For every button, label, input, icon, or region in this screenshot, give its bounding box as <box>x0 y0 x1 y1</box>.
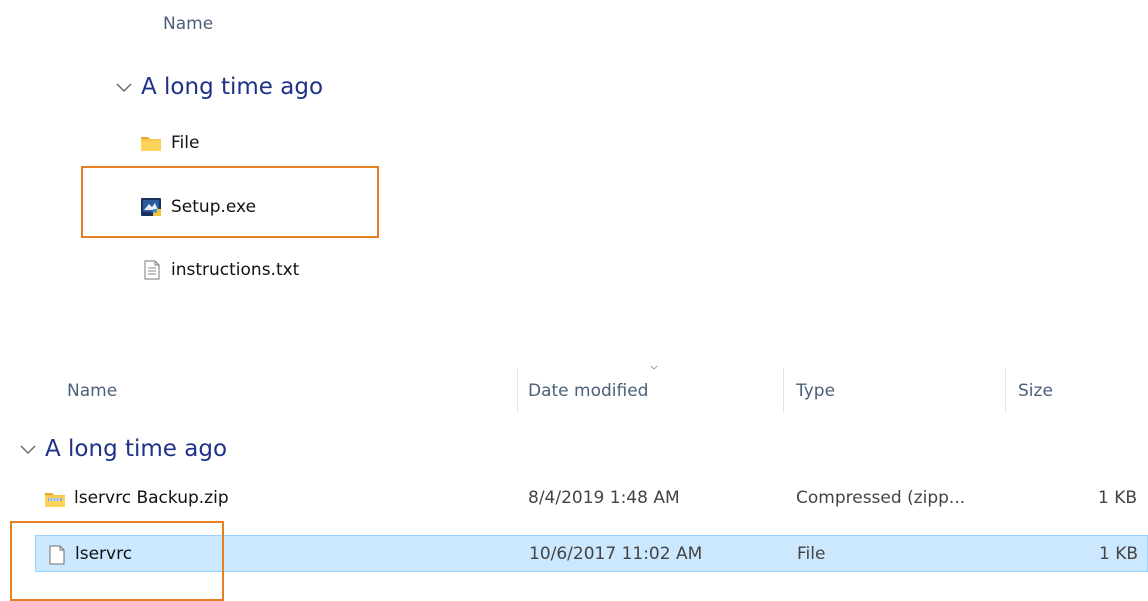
row-date-modified: 10/6/2017 11:02 AM <box>529 544 703 564</box>
details-group-title: A long time ago <box>45 436 228 462</box>
chevron-down-icon <box>20 445 36 455</box>
row-type: Compressed (zipp... <box>796 488 966 508</box>
row-size: 1 KB <box>1099 544 1139 564</box>
chevron-down-icon <box>116 83 132 93</box>
row-date-modified: 8/4/2019 1:48 AM <box>528 488 680 508</box>
callout-highlight-setup <box>81 166 379 238</box>
top-group-header[interactable]: A long time ago <box>113 74 323 100</box>
callout-highlight-lservrc <box>10 521 224 601</box>
column-separator[interactable] <box>517 368 518 412</box>
folder-icon <box>141 137 161 151</box>
top-column-header-name[interactable]: Name <box>163 14 213 34</box>
top-item-instructions-label: instructions.txt <box>171 260 300 280</box>
top-item-instructions-txt[interactable]: instructions.txt <box>140 260 299 280</box>
zip-folder-icon <box>45 492 65 507</box>
top-item-file[interactable]: File <box>140 133 199 153</box>
column-separator[interactable] <box>783 368 784 412</box>
column-header-type[interactable]: Type <box>796 381 835 401</box>
table-row[interactable]: lservrc Backup.zip 8/4/2019 1:48 AM Comp… <box>0 480 1148 517</box>
row-type: File <box>797 544 826 564</box>
details-group-header[interactable]: A long time ago <box>17 436 227 462</box>
text-document-icon <box>144 260 160 280</box>
row-name-cell: lservrc Backup.zip <box>44 480 229 517</box>
top-group-title: A long time ago <box>141 74 324 100</box>
column-header-size[interactable]: Size <box>1018 381 1053 401</box>
column-header-name[interactable]: Name <box>67 381 117 401</box>
row-name: lservrc Backup.zip <box>74 488 229 508</box>
row-size: 1 KB <box>1098 488 1138 508</box>
top-item-file-label: File <box>171 133 200 153</box>
column-separator[interactable] <box>1005 368 1006 412</box>
sort-indicator-icon <box>650 365 658 370</box>
column-header-date-modified[interactable]: Date modified <box>528 381 648 401</box>
